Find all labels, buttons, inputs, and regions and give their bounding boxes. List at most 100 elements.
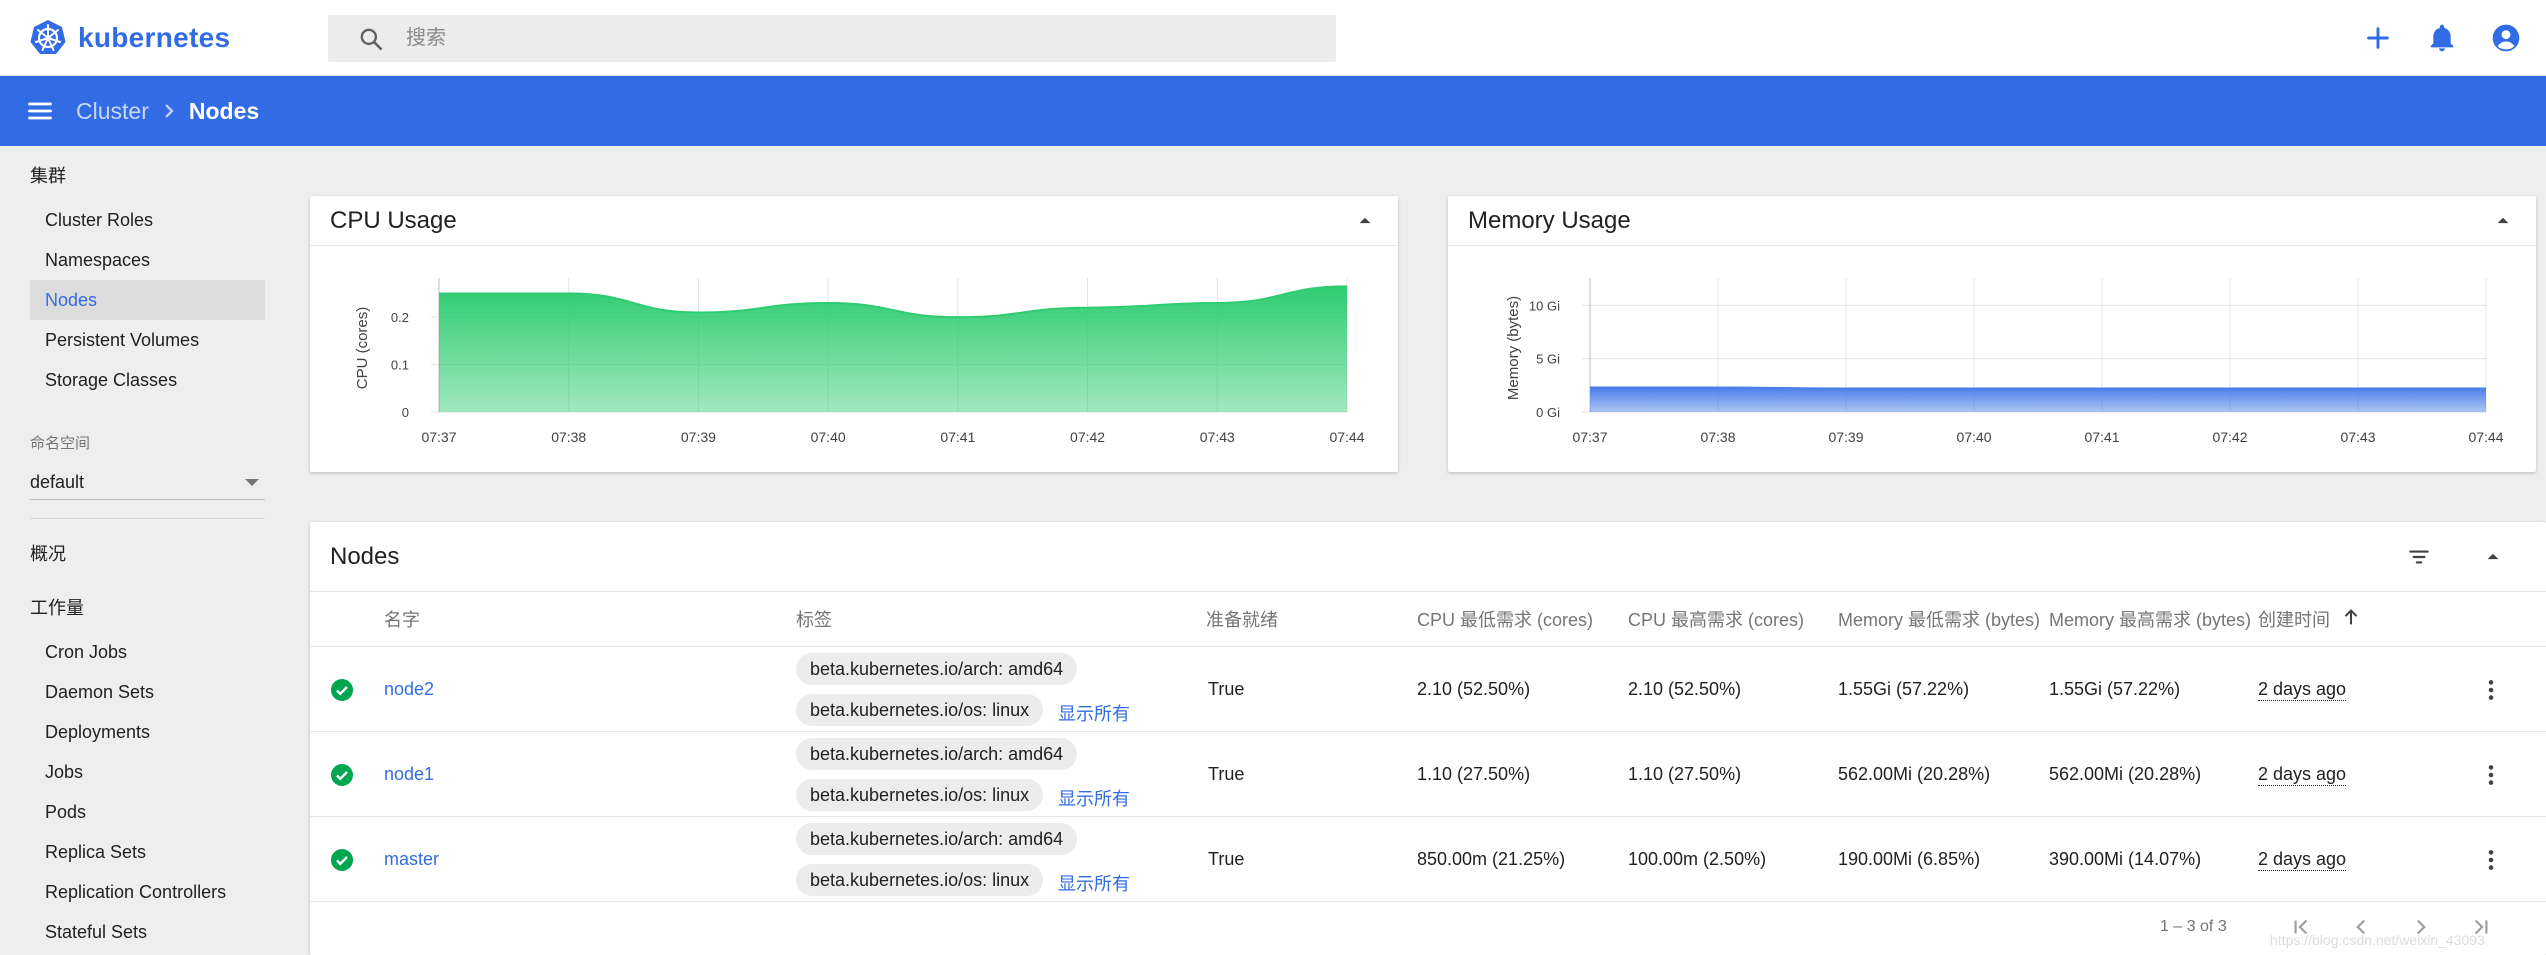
- sidebar-heading-overview[interactable]: 概况: [30, 540, 66, 566]
- chevron-right-icon: [165, 104, 174, 118]
- more-vert-icon[interactable]: [2478, 847, 2504, 873]
- nodes-card-title: Nodes: [330, 542, 400, 570]
- node-name-link[interactable]: master: [384, 849, 439, 870]
- sort-ascending-icon[interactable]: [2340, 606, 2362, 628]
- table-row[interactable]: node2 beta.kubernetes.io/arch: amd64 bet…: [310, 646, 2546, 731]
- ready-status: True: [1208, 764, 1245, 784]
- memory-limits-value: 562.00Mi (20.28%): [2049, 764, 2202, 784]
- column-header-name[interactable]: 名字: [384, 606, 420, 632]
- add-icon[interactable]: [2362, 22, 2394, 54]
- x-tick-label: 07:38: [1700, 429, 1735, 445]
- created-time: 2 days ago: [2258, 764, 2347, 786]
- sidebar-heading-cluster[interactable]: 集群: [30, 162, 66, 188]
- cpu-limits-value: 100.00m (2.50%): [1628, 849, 1767, 869]
- column-header-labels: 标签: [796, 610, 832, 630]
- x-tick-label: 07:43: [1200, 429, 1235, 445]
- x-tick-label: 07:37: [1572, 429, 1607, 445]
- sidebar-item-storage-classes[interactable]: Storage Classes: [30, 360, 265, 400]
- label-chip: beta.kubernetes.io/os: linux: [796, 779, 1044, 811]
- sidebar-item-nodes[interactable]: Nodes: [30, 280, 265, 320]
- sidebar-item-cron-jobs[interactable]: Cron Jobs: [30, 632, 265, 672]
- column-header-memory-requests: Memory 最低需求 (bytes): [1838, 610, 2041, 630]
- y-tick-label: 10 Gi: [1529, 298, 1560, 313]
- sidebar-item-namespaces[interactable]: Namespaces: [30, 240, 265, 280]
- sidebar-item-cluster-roles[interactable]: Cluster Roles: [30, 200, 265, 240]
- label-chip: beta.kubernetes.io/arch: amd64: [796, 738, 1078, 770]
- y-tick-label: 0.1: [391, 358, 409, 373]
- search-input[interactable]: [406, 27, 1306, 50]
- cpu-limits-value: 2.10 (52.50%): [1628, 679, 1742, 699]
- series-area: [1590, 387, 2486, 412]
- cpu-usage-chart: 0 0.1 0.2 07:37 07:38 07:39 07:40 07:41 07:42 07:…: [354, 278, 1365, 445]
- column-header-created[interactable]: 创建时间: [2258, 606, 2330, 632]
- cpu-card-header: CPU Usage: [310, 196, 1398, 246]
- show-all-labels-link[interactable]: 显示所有: [1058, 785, 1130, 811]
- collapse-arrow-icon[interactable]: [2480, 544, 2506, 570]
- cpu-usage-card: CPU Usage 0 0.1 0.2 07:37 07:38 07:39 07:40 07:…: [310, 196, 1398, 472]
- more-vert-icon[interactable]: [2478, 762, 2504, 788]
- x-tick-label: 07:37: [421, 429, 456, 445]
- x-tick-label: 07:43: [2340, 429, 2375, 445]
- ready-status: True: [1208, 849, 1245, 869]
- x-tick-label: 07:44: [1329, 429, 1364, 445]
- kubernetes-wheel-icon: [30, 20, 66, 54]
- cpu-requests-value: 850.00m (21.25%): [1417, 849, 1566, 869]
- x-tick-label: 07:39: [681, 429, 716, 445]
- sidebar-item-jobs[interactable]: Jobs: [30, 752, 265, 792]
- breadcrumb: Cluster Nodes: [76, 98, 259, 125]
- show-all-labels-link[interactable]: 显示所有: [1058, 870, 1130, 896]
- column-header-cpu-requests: CPU 最低需求 (cores): [1417, 610, 1594, 630]
- sidebar-item-daemon-sets[interactable]: Daemon Sets: [30, 672, 265, 712]
- y-axis-label: CPU (cores): [354, 307, 371, 390]
- sidebar-item-persistent-volumes[interactable]: Persistent Volumes: [30, 320, 265, 360]
- sidebar-item-deployments[interactable]: Deployments: [30, 712, 265, 752]
- sidebar-heading-workloads[interactable]: 工作量: [30, 594, 84, 620]
- account-circle-icon[interactable]: [2490, 22, 2522, 54]
- collapse-arrow-icon[interactable]: [2490, 208, 2516, 234]
- search-bar: [328, 15, 1336, 62]
- memory-usage-card: Memory Usage 0 Gi 5 Gi 10 Gi 07:37 07:38 07:3…: [1448, 196, 2536, 472]
- logo-text: kubernetes: [78, 22, 231, 53]
- x-tick-label: 07:41: [2084, 429, 2119, 445]
- memory-requests-value: 190.00Mi (6.85%): [1838, 849, 1981, 869]
- x-tick-label: 07:39: [1828, 429, 1863, 445]
- sidebar-item-pods[interactable]: Pods: [30, 792, 265, 832]
- label-chip: beta.kubernetes.io/arch: amd64: [796, 823, 1078, 855]
- ready-check-icon: [331, 849, 353, 871]
- sidebar: 集群 Cluster Roles Namespaces Nodes Persis…: [0, 146, 280, 955]
- node-name-link[interactable]: node2: [384, 679, 434, 700]
- x-tick-label: 07:40: [1956, 429, 1991, 445]
- node-name-link[interactable]: node1: [384, 764, 434, 785]
- memory-card-header: Memory Usage: [1448, 196, 2536, 246]
- x-tick-label: 07:38: [551, 429, 586, 445]
- cpu-limits-value: 1.10 (27.50%): [1628, 764, 1742, 784]
- x-tick-label: 07:40: [811, 429, 846, 445]
- breadcrumb-cluster[interactable]: Cluster: [76, 98, 149, 125]
- table-row[interactable]: node1 beta.kubernetes.io/arch: amd64 bet…: [310, 731, 2546, 816]
- menu-icon[interactable]: [26, 97, 54, 125]
- filter-icon[interactable]: [2406, 544, 2432, 570]
- more-vert-icon[interactable]: [2478, 677, 2504, 703]
- created-time: 2 days ago: [2258, 849, 2347, 871]
- sidebar-item-replication-controllers[interactable]: Replication Controllers: [30, 872, 265, 912]
- namespace-select[interactable]: default: [30, 466, 265, 500]
- nodes-card-header: Nodes: [310, 522, 2546, 592]
- memory-limits-value: 1.55Gi (57.22%): [2049, 679, 2181, 699]
- table-row[interactable]: master beta.kubernetes.io/arch: amd64 be…: [310, 816, 2546, 901]
- sidebar-item-stateful-sets[interactable]: Stateful Sets: [30, 912, 265, 952]
- created-time: 2 days ago: [2258, 679, 2347, 701]
- collapse-arrow-icon[interactable]: [1352, 208, 1378, 234]
- y-tick-label: 5 Gi: [1536, 352, 1560, 367]
- kubernetes-logo[interactable]: kubernetes: [28, 18, 230, 58]
- series-line: [1590, 386, 2486, 390]
- notifications-bell-icon[interactable]: [2426, 22, 2458, 54]
- memory-limits-value: 390.00Mi (14.07%): [2049, 849, 2202, 869]
- column-header-memory-limits: Memory 最高需求 (bytes): [2049, 610, 2252, 630]
- sidebar-item-replica-sets[interactable]: Replica Sets: [30, 832, 265, 872]
- breadcrumb-nodes: Nodes: [188, 97, 260, 124]
- column-header-cpu-limits: CPU 最高需求 (cores): [1628, 610, 1805, 630]
- x-tick-label: 07:41: [940, 429, 975, 445]
- show-all-labels-link[interactable]: 显示所有: [1058, 700, 1130, 726]
- nodes-table: 名字 标签 准备就绪 CPU 最低需求 (cores) CPU 最高需求 (co…: [310, 606, 2546, 935]
- series-area: [439, 286, 1347, 412]
